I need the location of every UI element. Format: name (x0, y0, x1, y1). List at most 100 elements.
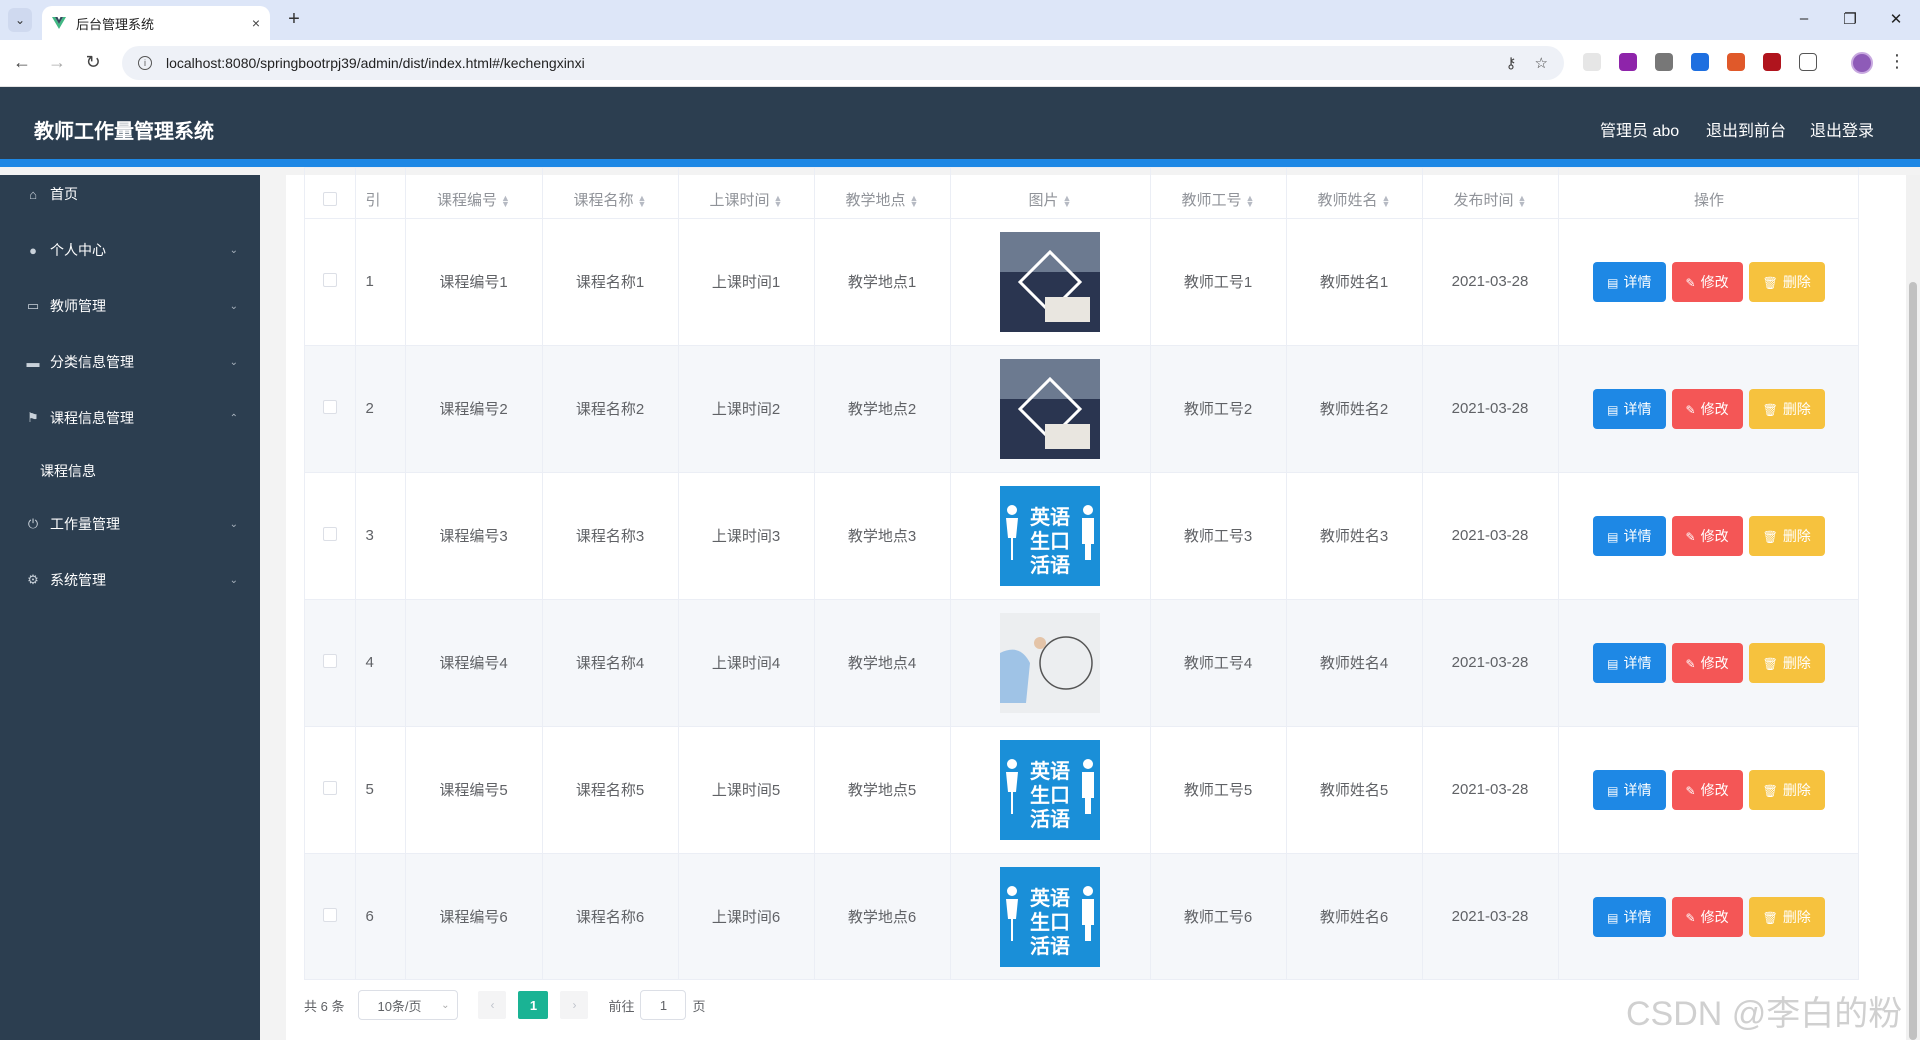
detail-button[interactable]: ▤ 详情 (1593, 769, 1666, 810)
delete-button[interactable]: 🗑 删除 (1748, 261, 1825, 302)
row-checkbox[interactable] (322, 653, 337, 668)
detail-button[interactable]: ▤ 详情 (1593, 388, 1666, 429)
sidebar-item-categories[interactable]: ▬ 分类信息管理 ⌄ (0, 337, 260, 387)
bookmark-star-icon[interactable]: ☆ (1535, 54, 1548, 72)
site-info-icon[interactable]: i (138, 56, 152, 70)
admin-user-link[interactable]: 管理员 abo (1600, 117, 1679, 141)
row-checkbox[interactable] (322, 780, 337, 795)
sidebar-subitem-course-info[interactable]: 课程信息 (0, 446, 260, 496)
logout-link[interactable]: 退出登录 (1810, 117, 1874, 141)
sidebar-item-workload[interactable]: ⏻ 工作量管理 ⌄ (0, 499, 260, 549)
cell-index: 2 (355, 345, 406, 473)
next-page-button[interactable]: › (560, 991, 589, 1019)
scrollbar-thumb[interactable] (1909, 282, 1917, 1040)
sidebar-item-system[interactable]: ⚙ 系统管理 ⌄ (0, 555, 260, 605)
column-header-course-name[interactable]: 课程名称 ▲ ▼ (542, 168, 679, 219)
extension-icon[interactable] (1583, 53, 1601, 71)
edit-button[interactable]: ✎ 修改 (1671, 896, 1743, 937)
column-header-course-code[interactable]: 课程编号 ▲ ▼ (405, 168, 543, 219)
row-checkbox[interactable] (322, 526, 337, 541)
edit-button[interactable]: ✎ 修改 (1671, 515, 1743, 556)
sidebar-item-label: 个人中心 (50, 242, 106, 258)
ublock-icon[interactable] (1763, 53, 1781, 71)
row-select-cell[interactable] (305, 726, 356, 854)
back-icon[interactable]: ← (10, 52, 34, 73)
column-header-teacher-name[interactable]: 教师姓名 ▲ ▼ (1286, 168, 1423, 219)
browser-tab[interactable]: 后台管理系统 × (42, 6, 270, 40)
password-key-icon[interactable]: ⚷ (1506, 54, 1517, 72)
delete-button[interactable]: 🗑 删除 (1748, 642, 1825, 683)
cell-index: 3 (355, 472, 406, 600)
table-row[interactable]: 4 课程编号4 课程名称4 上课时间4 教学地点4 教师工号4 教师姓名4 2021-03-2… (305, 599, 1858, 727)
edit-button[interactable]: ✎ 修改 (1671, 769, 1743, 810)
row-checkbox[interactable] (322, 907, 337, 922)
delete-button[interactable]: 🗑 删除 (1748, 769, 1825, 810)
detail-button[interactable]: ▤ 详情 (1593, 896, 1666, 937)
table-row[interactable]: 3 课程编号3 课程名称3 上课时间3 教学地点3 英语 生口 活语 教师工号3 教师姓名3 202… (305, 472, 1858, 600)
page-size-select[interactable]: 10条/页 ⌄ (358, 990, 459, 1020)
delete-button[interactable]: 🗑 删除 (1748, 515, 1825, 556)
tab-search-icon[interactable]: ⌄ (8, 8, 32, 32)
detail-button[interactable]: ▤ 详情 (1593, 642, 1666, 683)
course-photo-image[interactable] (1000, 358, 1100, 459)
column-header-image[interactable]: 图片 ▲ ▼ (950, 168, 1151, 219)
restore-icon[interactable]: ❐ (1840, 10, 1860, 28)
minimize-icon[interactable]: – (1794, 10, 1814, 27)
table-row[interactable]: 2 课程编号2 课程名称2 上课时间2 教学地点2 教师工号2 教师姓名2 2021-03-2… (305, 345, 1858, 473)
puzzle-extensions-icon[interactable] (1799, 53, 1817, 71)
extension-icon[interactable] (1655, 53, 1673, 71)
edit-button[interactable]: ✎ 修改 (1671, 388, 1743, 429)
row-select-cell[interactable] (305, 853, 356, 979)
course-photo-image[interactable] (1000, 231, 1100, 332)
extension-icon[interactable] (1727, 53, 1745, 71)
table-row[interactable]: 1 课程编号1 课程名称1 上课时间1 教学地点1 教师工号1 教师姓名1 2021-03-2… (305, 218, 1858, 346)
delete-button[interactable]: 🗑 删除 (1748, 896, 1825, 937)
detail-button[interactable]: ▤ 详情 (1593, 515, 1666, 556)
extension-icon[interactable] (1691, 53, 1709, 71)
goto-page-input[interactable]: 1 (640, 990, 687, 1020)
cell-location: 教学地点4 (814, 599, 951, 727)
column-header-class-time[interactable]: 上课时间 ▲ ▼ (678, 168, 815, 219)
sidebar-item-courses[interactable]: ⚑ 课程信息管理 ⌃ (0, 393, 260, 443)
select-all-checkbox[interactable] (322, 191, 337, 206)
detail-button[interactable]: ▤ 详情 (1593, 261, 1666, 302)
row-select-cell[interactable] (305, 218, 356, 346)
sidebar-item-label: 系统管理 (50, 572, 106, 588)
row-checkbox[interactable] (322, 399, 337, 414)
select-all-cell[interactable] (305, 168, 356, 219)
english-course-image[interactable]: 英语生口活语 (1000, 485, 1100, 586)
extension-icon[interactable] (1619, 53, 1637, 71)
row-select-cell[interactable] (305, 472, 356, 600)
edit-button[interactable]: ✎ 修改 (1671, 642, 1743, 683)
sidebar-item-profile[interactable]: ● 个人中心 ⌄ (0, 225, 260, 275)
watermark: CSDN @李白的粉 (1626, 995, 1903, 1033)
column-header-publish-date[interactable]: 发布时间 ▲ ▼ (1422, 168, 1559, 219)
sidebar-item-home[interactable]: ⌂ 首页 (0, 169, 260, 219)
row-select-cell[interactable] (305, 599, 356, 727)
table-row[interactable]: 6 课程编号6 课程名称6 上课时间6 教学地点6 英语 生口 活语 教师工号6 教师姓名6 202… (305, 853, 1858, 979)
exit-to-front-link[interactable]: 退出到前台 (1706, 117, 1786, 141)
prev-page-button[interactable]: ‹ (478, 991, 507, 1019)
table-row[interactable]: 5 课程编号5 课程名称5 上课时间5 教学地点5 英语 生口 活语 教师工号5 教师姓名5 202… (305, 726, 1858, 854)
page-number-current[interactable]: 1 (518, 991, 549, 1019)
browser-menu-icon[interactable]: ⋮ (1888, 51, 1906, 72)
new-tab-button[interactable]: + (282, 8, 306, 31)
close-tab-icon[interactable]: × (252, 15, 260, 31)
url-text[interactable]: localhost:8080/springbootrpj39/admin/dis… (166, 55, 1488, 71)
sidebar-item-teachers[interactable]: ▭ 教师管理 ⌄ (0, 281, 260, 331)
reload-icon[interactable]: ↻ (81, 52, 105, 73)
english-course-image[interactable]: 英语生口活语 (1000, 866, 1100, 967)
forward-icon[interactable]: → (45, 52, 69, 73)
row-select-cell[interactable] (305, 345, 356, 473)
edit-button[interactable]: ✎ 修改 (1671, 261, 1743, 302)
english-course-image[interactable]: 英语生口活语 (1000, 739, 1100, 840)
window-close-icon[interactable]: ✕ (1886, 10, 1906, 28)
row-checkbox[interactable] (322, 272, 337, 287)
column-header-location[interactable]: 教学地点 ▲ ▼ (814, 168, 951, 219)
course-photo-image[interactable] (1000, 612, 1100, 713)
column-header-teacher-no[interactable]: 教师工号 ▲ ▼ (1150, 168, 1287, 219)
message-icon: ▬ (26, 354, 40, 370)
delete-button[interactable]: 🗑 删除 (1748, 388, 1825, 429)
url-bar[interactable]: i localhost:8080/springbootrpj39/admin/d… (122, 46, 1564, 80)
profile-avatar[interactable] (1851, 52, 1873, 74)
